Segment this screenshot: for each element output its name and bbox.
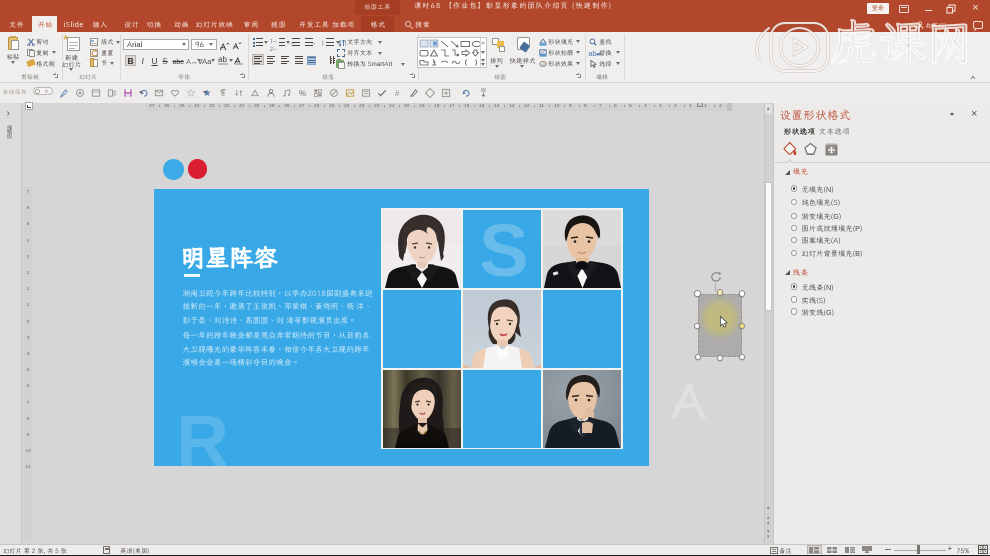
svg-text:#: # [395,89,400,98]
svg-text:%: % [298,89,305,98]
